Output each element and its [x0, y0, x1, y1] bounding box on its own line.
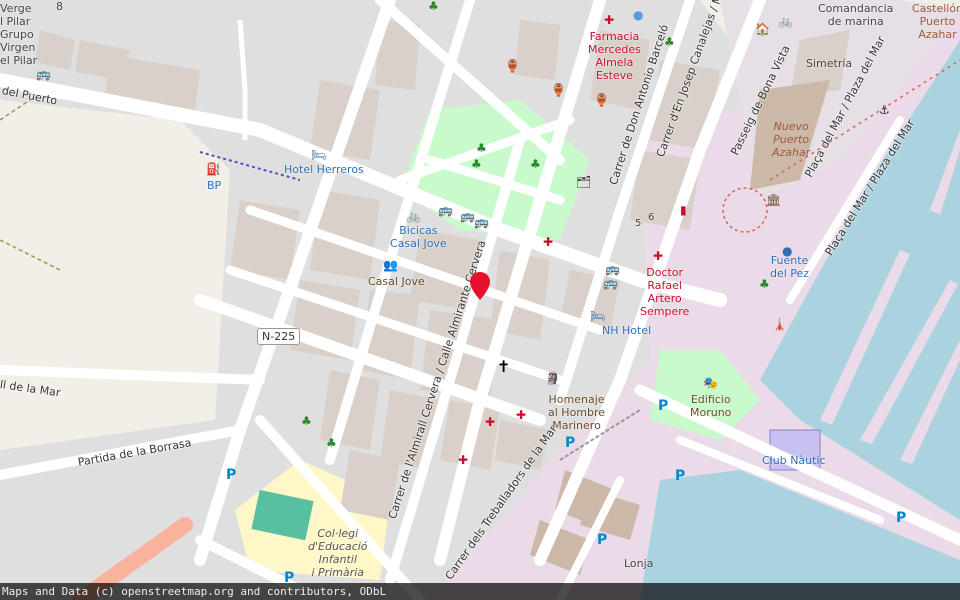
- label-doctor-artero: Doctor Rafael Artero Sempere: [640, 266, 690, 318]
- label-comandancia: Comandancia de marina: [818, 2, 894, 28]
- tower-icon[interactable]: 🗼: [772, 318, 787, 330]
- bus-stop-icon[interactable]: 🚌: [438, 204, 453, 216]
- attribution-bar: Maps and Data (c) openstreetmap.org and …: [0, 583, 960, 600]
- artwork-icon[interactable]: 🏺: [594, 94, 609, 106]
- community-centre-icon[interactable]: 👥: [383, 259, 398, 271]
- memorial-icon[interactable]: 🗿: [545, 372, 560, 384]
- fountain-icon[interactable]: ●: [633, 9, 643, 21]
- map-view[interactable]: del Puerto ll de la Mar Partida de la Bo…: [0, 0, 960, 600]
- pharmacy-icon[interactable]: ✚: [485, 416, 495, 428]
- fountain-icon[interactable]: ●: [782, 245, 792, 257]
- office-icon[interactable]: 🗂: [576, 176, 591, 188]
- pharmacy-icon[interactable]: ✚: [543, 236, 553, 248]
- artwork-icon[interactable]: 🏺: [505, 60, 520, 72]
- parking-icon[interactable]: P: [565, 435, 575, 451]
- label-number-5: 5: [635, 218, 642, 229]
- label-castellon-puerto: Castellón Puerto Azahar: [912, 2, 960, 41]
- park-icon[interactable]: ♣: [530, 158, 541, 170]
- park-icon[interactable]: ♣: [428, 0, 439, 12]
- label-casal-jove: Casal Jove: [368, 275, 425, 288]
- harbor-master-icon[interactable]: 🏠: [755, 23, 770, 35]
- doctor-icon[interactable]: ✚: [516, 409, 526, 421]
- lighthouse-icon[interactable]: ⚓: [879, 104, 890, 116]
- label-bicicas: Bicicas Casal Jove: [390, 224, 447, 250]
- parking-icon[interactable]: P: [226, 467, 236, 483]
- church-icon[interactable]: ✝: [497, 359, 510, 375]
- fuel-station-icon[interactable]: ⛽: [206, 163, 221, 175]
- bus-stop-icon[interactable]: 🚌: [605, 263, 620, 275]
- park-icon[interactable]: ♣: [664, 36, 675, 48]
- artwork-icon[interactable]: 🏺: [551, 84, 566, 96]
- label-club-nautic: Club Nàutic: [762, 454, 826, 467]
- bus-stop-icon[interactable]: 🚌: [36, 68, 51, 80]
- label-number-8: 8: [56, 0, 63, 13]
- label-lonja: Lonja: [624, 557, 654, 570]
- label-edificio-moruno: Edificio Moruno: [690, 393, 732, 419]
- bicycle-rental-icon[interactable]: 🚲: [778, 15, 793, 27]
- bus-stop-icon[interactable]: 🚌: [474, 216, 489, 228]
- parking-icon[interactable]: P: [675, 468, 685, 484]
- doctor-icon[interactable]: ✚: [653, 250, 663, 262]
- label-homenaje: Homenaje al Hombre Marinero: [548, 393, 606, 432]
- park-icon[interactable]: ♣: [471, 158, 482, 170]
- park-icon[interactable]: ♣: [326, 437, 337, 449]
- pharmacy-icon[interactable]: ✚: [604, 14, 614, 26]
- parking-icon[interactable]: P: [896, 510, 906, 526]
- map-base: [0, 0, 960, 600]
- doctor-icon[interactable]: ✚: [458, 454, 468, 466]
- label-verge: Verge l Pilar Grupo Virgen el Pilar: [0, 2, 38, 67]
- label-bp: BP: [207, 179, 222, 192]
- label-farmacia: Farmacia Mercedes Almela Esteve: [588, 30, 641, 82]
- museum-icon[interactable]: 🏛: [766, 194, 781, 206]
- hotel-icon[interactable]: 🛏: [311, 149, 326, 161]
- park-icon[interactable]: ♣: [476, 142, 487, 154]
- label-hotel-herreros: Hotel Herreros: [284, 163, 364, 176]
- road-shield-n225: N-225: [257, 328, 301, 345]
- label-nh-hotel: NH Hotel: [602, 324, 652, 337]
- park-icon[interactable]: ♣: [301, 415, 312, 427]
- hotel-icon[interactable]: 🛏: [590, 310, 605, 322]
- parking-icon[interactable]: P: [597, 532, 607, 548]
- park-icon[interactable]: ♣: [759, 278, 770, 290]
- label-simetria: Simetría: [806, 57, 853, 70]
- theatre-icon[interactable]: 🎭: [703, 377, 718, 389]
- label-nuevo-puerto: Nuevo Puerto Azahar: [772, 120, 811, 159]
- label-number-6: 6: [648, 212, 655, 223]
- first-aid-icon[interactable]: ▮: [680, 204, 687, 216]
- bus-stop-icon[interactable]: 🚌: [460, 210, 475, 222]
- bus-stop-icon[interactable]: 🚌: [603, 277, 618, 289]
- label-colegi: Col·legi d'Educació Infantil i Primària: [308, 527, 368, 579]
- bicycle-rental-icon[interactable]: 🚲: [406, 210, 421, 222]
- parking-icon[interactable]: P: [658, 398, 668, 414]
- location-pin-icon[interactable]: [470, 272, 490, 300]
